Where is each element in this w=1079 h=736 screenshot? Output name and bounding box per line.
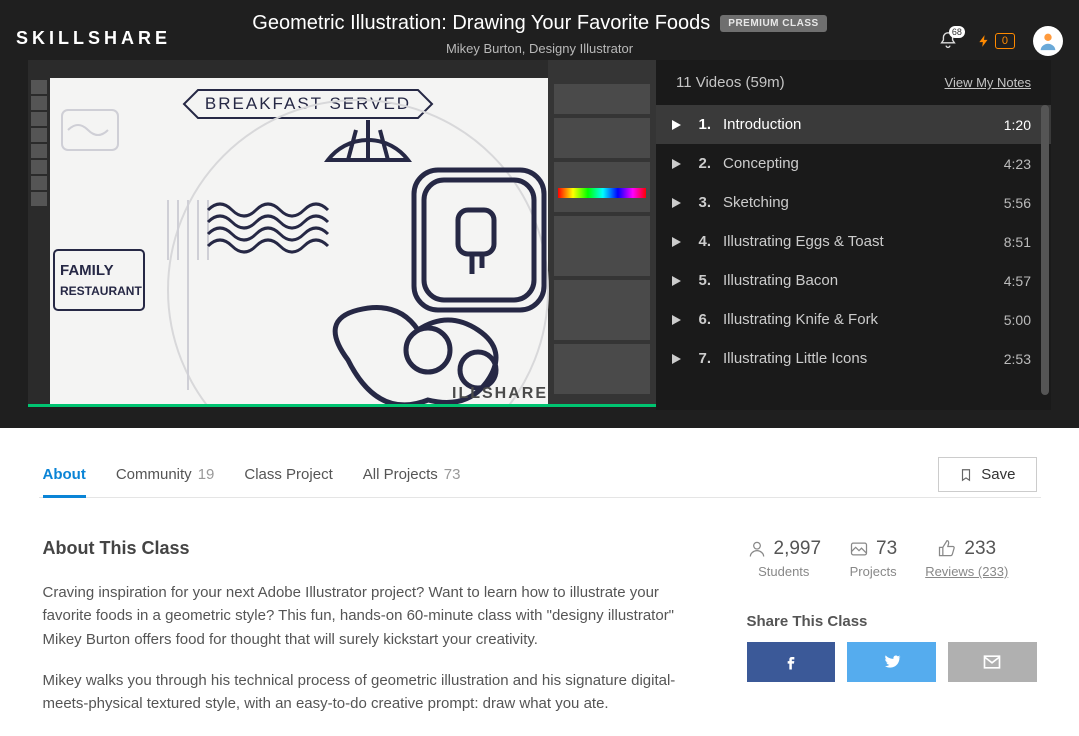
play-icon xyxy=(672,159,681,169)
facebook-icon xyxy=(781,652,801,672)
about-heading: About This Class xyxy=(43,538,707,559)
video-title: Sketching xyxy=(723,194,992,211)
share-email-button[interactable] xyxy=(948,642,1037,682)
video-number: 6. xyxy=(693,311,711,328)
video-title: Illustrating Bacon xyxy=(723,272,992,289)
stat-reviews[interactable]: 233 Reviews (233) xyxy=(925,538,1008,579)
video-number: 7. xyxy=(693,350,711,367)
video-player[interactable]: BREAKFAST SERVED FAMILY RESTAURANT xyxy=(28,60,656,407)
playlist-item[interactable]: 6. Illustrating Knife & Fork 5:00 xyxy=(656,300,1051,339)
playlist-item[interactable]: 3. Sketching 5:56 xyxy=(656,183,1051,222)
svg-text:RESTAURANT: RESTAURANT xyxy=(60,284,142,298)
twitter-icon xyxy=(882,652,902,672)
playlist-summary: 11 Videos (59m) xyxy=(676,74,785,91)
stat-projects: 73 Projects xyxy=(849,538,897,579)
playlist-item[interactable]: 2. Concepting 4:23 xyxy=(656,144,1051,183)
playlist-panel: 11 Videos (59m) View My Notes 1. Introduc… xyxy=(656,60,1051,410)
svg-text:FAMILY: FAMILY xyxy=(60,262,114,279)
play-icon xyxy=(672,354,681,364)
save-button[interactable]: Save xyxy=(938,457,1036,492)
svg-text:BREAKFAST SERVED: BREAKFAST SERVED xyxy=(205,94,411,113)
svg-text:ILLSHARE: ILLSHARE xyxy=(452,385,548,402)
video-duration: 4:57 xyxy=(1004,273,1031,289)
tab-about[interactable]: About xyxy=(43,452,86,497)
play-icon xyxy=(672,120,681,130)
tabs-row: About Community19 Class Project All Proj… xyxy=(39,452,1041,498)
tab-all-projects[interactable]: All Projects73 xyxy=(363,452,461,497)
notif-count: 68 xyxy=(949,26,965,38)
stat-students: 2,997 Students xyxy=(747,538,822,579)
video-title: Illustrating Little Icons xyxy=(723,350,992,367)
video-number: 1. xyxy=(693,116,711,133)
header: SKILLSHARE Geometric Illustration: Drawi… xyxy=(0,0,1079,60)
video-duration: 8:51 xyxy=(1004,234,1031,250)
class-title: Geometric Illustration: Drawing Your Fav… xyxy=(252,12,710,35)
play-icon xyxy=(672,198,681,208)
video-title: Illustrating Eggs & Toast xyxy=(723,233,992,250)
logo[interactable]: SKILLSHARE xyxy=(16,28,171,49)
video-number: 4. xyxy=(693,233,711,250)
tab-class-project[interactable]: Class Project xyxy=(244,452,332,497)
play-icon xyxy=(672,315,681,325)
video-duration: 5:56 xyxy=(1004,195,1031,211)
playlist-item[interactable]: 4. Illustrating Eggs & Toast 8:51 xyxy=(656,222,1051,261)
video-duration: 1:20 xyxy=(1004,117,1031,133)
playlist-item[interactable]: 7. Illustrating Little Icons 2:53 xyxy=(656,339,1051,378)
playlist-item[interactable]: 1. Introduction 1:20 xyxy=(656,105,1051,144)
tab-community[interactable]: Community19 xyxy=(116,452,215,497)
premium-badge: PREMIUM CLASS xyxy=(720,15,826,32)
video-title: Introduction xyxy=(723,116,992,133)
thumbs-up-icon xyxy=(937,539,957,559)
email-icon xyxy=(982,652,1002,672)
about-paragraph: Mikey walks you through his technical pr… xyxy=(43,669,707,716)
video-duration: 4:23 xyxy=(1004,156,1031,172)
play-icon xyxy=(672,276,681,286)
view-notes-link[interactable]: View My Notes xyxy=(945,75,1031,90)
notifications-icon[interactable]: 68 xyxy=(937,30,959,52)
share-heading: Share This Class xyxy=(747,613,1037,630)
share-twitter-button[interactable] xyxy=(847,642,936,682)
play-icon xyxy=(672,237,681,247)
points-count: 0 xyxy=(995,33,1015,49)
person-icon xyxy=(747,539,767,559)
video-number: 2. xyxy=(693,155,711,172)
video-title: Concepting xyxy=(723,155,992,172)
about-paragraph: Craving inspiration for your next Adobe … xyxy=(43,581,707,651)
scrollbar[interactable] xyxy=(1041,105,1049,395)
share-facebook-button[interactable] xyxy=(747,642,836,682)
video-duration: 5:00 xyxy=(1004,312,1031,328)
video-title: Illustrating Knife & Fork xyxy=(723,311,992,328)
points-indicator[interactable]: 0 xyxy=(977,31,1015,51)
video-duration: 2:53 xyxy=(1004,351,1031,367)
bookmark-icon xyxy=(959,467,973,483)
avatar[interactable] xyxy=(1033,26,1063,56)
video-number: 5. xyxy=(693,272,711,289)
playlist-item[interactable]: 5. Illustrating Bacon 4:57 xyxy=(656,261,1051,300)
video-number: 3. xyxy=(693,194,711,211)
image-icon xyxy=(849,539,869,559)
